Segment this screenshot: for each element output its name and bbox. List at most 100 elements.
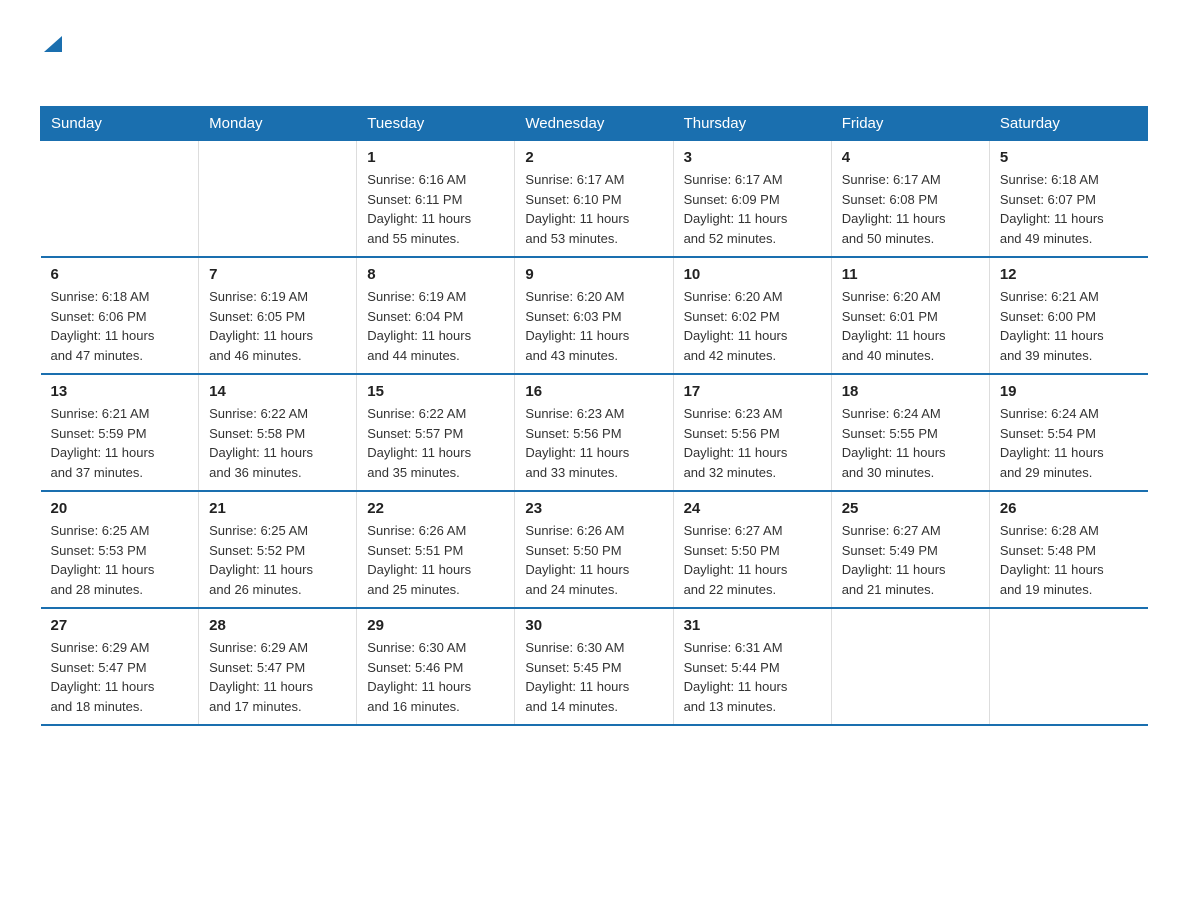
calendar-cell: 10 Sunrise: 6:20 AM Sunset: 6:02 PM Dayli… xyxy=(673,257,831,374)
calendar-cell: 30 Sunrise: 6:30 AM Sunset: 5:45 PM Dayli… xyxy=(515,608,673,725)
calendar-cell: 23Sunrise: 6:26 AM Sunset: 5:50 PM Dayli… xyxy=(515,491,673,608)
calendar-cell: 16Sunrise: 6:23 AM Sunset: 5:56 PM Dayli… xyxy=(515,374,673,491)
day-number: 18 xyxy=(842,383,979,400)
day-info: Sunrise: 6:18 AM Sunset: 6:07 PM Dayligh… xyxy=(1000,170,1138,248)
logo xyxy=(40,30,64,86)
day-info: Sunrise: 6:31 AM Sunset: 5:44 PM Dayligh… xyxy=(684,638,821,716)
calendar-cell: 15Sunrise: 6:22 AM Sunset: 5:57 PM Dayli… xyxy=(357,374,515,491)
day-number: 10 xyxy=(684,266,821,283)
day-number: 7 xyxy=(209,266,346,283)
calendar-cell: 24 Sunrise: 6:27 AM Sunset: 5:50 PM Dayli… xyxy=(673,491,831,608)
calendar-cell: 5 Sunrise: 6:18 AM Sunset: 6:07 PM Daylig… xyxy=(989,141,1147,258)
calendar-cell: 20 Sunrise: 6:25 AM Sunset: 5:53 PM Dayli… xyxy=(41,491,199,608)
calendar-cell: 18 Sunrise: 6:24 AM Sunset: 5:55 PM Dayli… xyxy=(831,374,989,491)
calendar-cell: 31 Sunrise: 6:31 AM Sunset: 5:44 PM Dayli… xyxy=(673,608,831,725)
day-info: Sunrise: 6:30 AM Sunset: 5:45 PM Dayligh… xyxy=(525,638,662,716)
day-number: 9 xyxy=(525,266,662,283)
calendar-cell: 28 Sunrise: 6:29 AM Sunset: 5:47 PM Dayli… xyxy=(199,608,357,725)
calendar-cell xyxy=(41,141,199,258)
day-number: 8 xyxy=(367,266,504,283)
day-number: 6 xyxy=(51,266,189,283)
day-info: Sunrise: 6:20 AM Sunset: 6:03 PM Dayligh… xyxy=(525,287,662,365)
day-number: 30 xyxy=(525,617,662,634)
day-number: 12 xyxy=(1000,266,1138,283)
day-number: 13 xyxy=(51,383,189,400)
calendar-cell xyxy=(831,608,989,725)
day-number: 2 xyxy=(525,149,662,166)
day-info: Sunrise: 6:25 AM Sunset: 5:53 PM Dayligh… xyxy=(51,521,189,599)
day-info: Sunrise: 6:20 AM Sunset: 6:02 PM Dayligh… xyxy=(684,287,821,365)
day-info: Sunrise: 6:19 AM Sunset: 6:05 PM Dayligh… xyxy=(209,287,346,365)
day-number: 16 xyxy=(525,383,662,400)
calendar-cell: 1Sunrise: 6:16 AM Sunset: 6:11 PM Daylig… xyxy=(357,141,515,258)
calendar-cell: 8 Sunrise: 6:19 AM Sunset: 6:04 PM Daylig… xyxy=(357,257,515,374)
calendar-cell: 12 Sunrise: 6:21 AM Sunset: 6:00 PM Dayli… xyxy=(989,257,1147,374)
day-number: 26 xyxy=(1000,500,1138,517)
header-cell-tuesday: Tuesday xyxy=(357,107,515,141)
header-cell-friday: Friday xyxy=(831,107,989,141)
day-info: Sunrise: 6:28 AM Sunset: 5:48 PM Dayligh… xyxy=(1000,521,1138,599)
logo-triangle-icon xyxy=(42,32,64,54)
calendar-week-row: 20 Sunrise: 6:25 AM Sunset: 5:53 PM Dayli… xyxy=(41,491,1148,608)
calendar-cell: 6 Sunrise: 6:18 AM Sunset: 6:06 PM Daylig… xyxy=(41,257,199,374)
day-number: 4 xyxy=(842,149,979,166)
day-info: Sunrise: 6:22 AM Sunset: 5:58 PM Dayligh… xyxy=(209,404,346,482)
calendar-cell: 13 Sunrise: 6:21 AM Sunset: 5:59 PM Dayli… xyxy=(41,374,199,491)
calendar-cell: 19 Sunrise: 6:24 AM Sunset: 5:54 PM Dayli… xyxy=(989,374,1147,491)
page-header xyxy=(40,30,1148,86)
day-info: Sunrise: 6:22 AM Sunset: 5:57 PM Dayligh… xyxy=(367,404,504,482)
day-info: Sunrise: 6:19 AM Sunset: 6:04 PM Dayligh… xyxy=(367,287,504,365)
day-number: 28 xyxy=(209,617,346,634)
day-info: Sunrise: 6:17 AM Sunset: 6:09 PM Dayligh… xyxy=(684,170,821,248)
day-info: Sunrise: 6:18 AM Sunset: 6:06 PM Dayligh… xyxy=(51,287,189,365)
calendar-cell: 4Sunrise: 6:17 AM Sunset: 6:08 PM Daylig… xyxy=(831,141,989,258)
calendar-cell: 11Sunrise: 6:20 AM Sunset: 6:01 PM Dayli… xyxy=(831,257,989,374)
day-info: Sunrise: 6:27 AM Sunset: 5:50 PM Dayligh… xyxy=(684,521,821,599)
calendar-cell xyxy=(199,141,357,258)
day-number: 31 xyxy=(684,617,821,634)
calendar-table: SundayMondayTuesdayWednesdayThursdayFrid… xyxy=(40,106,1148,726)
day-number: 1 xyxy=(367,149,504,166)
day-number: 3 xyxy=(684,149,821,166)
day-info: Sunrise: 6:21 AM Sunset: 5:59 PM Dayligh… xyxy=(51,404,189,482)
header-cell-sunday: Sunday xyxy=(41,107,199,141)
calendar-cell: 14 Sunrise: 6:22 AM Sunset: 5:58 PM Dayli… xyxy=(199,374,357,491)
header-row: SundayMondayTuesdayWednesdayThursdayFrid… xyxy=(41,107,1148,141)
day-number: 5 xyxy=(1000,149,1138,166)
calendar-cell: 27Sunrise: 6:29 AM Sunset: 5:47 PM Dayli… xyxy=(41,608,199,725)
calendar-cell: 21Sunrise: 6:25 AM Sunset: 5:52 PM Dayli… xyxy=(199,491,357,608)
calendar-cell: 25Sunrise: 6:27 AM Sunset: 5:49 PM Dayli… xyxy=(831,491,989,608)
calendar-week-row: 6 Sunrise: 6:18 AM Sunset: 6:06 PM Daylig… xyxy=(41,257,1148,374)
day-number: 22 xyxy=(367,500,504,517)
calendar-week-row: 27 Sunrise: 6:29 AM Sunset: 5:47 PM Dayli… xyxy=(41,608,1148,725)
day-number: 24 xyxy=(684,500,821,517)
day-number: 14 xyxy=(209,383,346,400)
day-info: Sunrise: 6:21 AM Sunset: 6:00 PM Dayligh… xyxy=(1000,287,1138,365)
day-info: Sunrise: 6:24 AM Sunset: 5:55 PM Dayligh… xyxy=(842,404,979,482)
calendar-cell: 9 Sunrise: 6:20 AM Sunset: 6:03 PM Daylig… xyxy=(515,257,673,374)
day-number: 17 xyxy=(684,383,821,400)
calendar-week-row: 1Sunrise: 6:16 AM Sunset: 6:11 PM Daylig… xyxy=(41,141,1148,258)
calendar-cell: 29 Sunrise: 6:30 AM Sunset: 5:46 PM Dayli… xyxy=(357,608,515,725)
calendar-cell: 17 Sunrise: 6:23 AM Sunset: 5:56 PM Dayli… xyxy=(673,374,831,491)
day-info: Sunrise: 6:29 AM Sunset: 5:47 PM Dayligh… xyxy=(209,638,346,716)
day-number: 20 xyxy=(51,500,189,517)
day-info: Sunrise: 6:26 AM Sunset: 5:50 PM Dayligh… xyxy=(525,521,662,599)
calendar-cell: 2Sunrise: 6:17 AM Sunset: 6:10 PM Daylig… xyxy=(515,141,673,258)
day-number: 27 xyxy=(51,617,189,634)
calendar-cell: 22 Sunrise: 6:26 AM Sunset: 5:51 PM Dayli… xyxy=(357,491,515,608)
day-info: Sunrise: 6:25 AM Sunset: 5:52 PM Dayligh… xyxy=(209,521,346,599)
day-info: Sunrise: 6:26 AM Sunset: 5:51 PM Dayligh… xyxy=(367,521,504,599)
header-cell-thursday: Thursday xyxy=(673,107,831,141)
day-number: 29 xyxy=(367,617,504,634)
calendar-cell: 26 Sunrise: 6:28 AM Sunset: 5:48 PM Dayli… xyxy=(989,491,1147,608)
calendar-header: SundayMondayTuesdayWednesdayThursdayFrid… xyxy=(41,107,1148,141)
calendar-cell xyxy=(989,608,1147,725)
day-info: Sunrise: 6:20 AM Sunset: 6:01 PM Dayligh… xyxy=(842,287,979,365)
header-cell-saturday: Saturday xyxy=(989,107,1147,141)
day-info: Sunrise: 6:23 AM Sunset: 5:56 PM Dayligh… xyxy=(684,404,821,482)
calendar-cell: 7 Sunrise: 6:19 AM Sunset: 6:05 PM Daylig… xyxy=(199,257,357,374)
day-info: Sunrise: 6:30 AM Sunset: 5:46 PM Dayligh… xyxy=(367,638,504,716)
day-info: Sunrise: 6:24 AM Sunset: 5:54 PM Dayligh… xyxy=(1000,404,1138,482)
day-number: 19 xyxy=(1000,383,1138,400)
